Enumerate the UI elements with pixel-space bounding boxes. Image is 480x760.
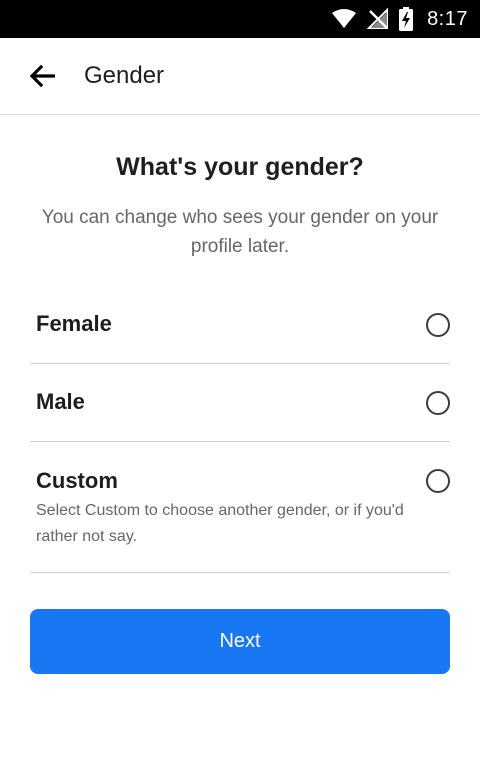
battery-charging-icon [399, 7, 414, 31]
option-male[interactable]: Male [30, 364, 450, 442]
option-label: Male [36, 389, 85, 414]
option-label: Custom [36, 468, 118, 493]
page-title: Gender [84, 62, 165, 89]
custom-radio[interactable] [426, 469, 450, 493]
question-subheading: You can change who sees your gender on y… [41, 207, 439, 257]
option-description: Select Custom to choose another gender, … [36, 502, 404, 545]
no-signal-icon [367, 8, 389, 30]
status-bar: 8:17 [0, 0, 480, 38]
next-button[interactable]: Next [30, 609, 450, 674]
option-female[interactable]: Female [30, 286, 450, 364]
male-radio[interactable] [426, 391, 450, 415]
option-label: Female [36, 311, 112, 336]
app-bar: Gender [0, 38, 480, 115]
question-heading: What's your gender? [116, 153, 364, 181]
back-arrow-icon [29, 64, 56, 92]
back-button[interactable] [22, 58, 62, 98]
status-time: 8:17 [427, 7, 468, 30]
option-custom[interactable]: Custom Select Custom to choose another g… [30, 442, 450, 573]
female-radio[interactable] [426, 313, 450, 337]
status-icons: 8:17 [331, 0, 468, 38]
wifi-icon [331, 9, 357, 29]
